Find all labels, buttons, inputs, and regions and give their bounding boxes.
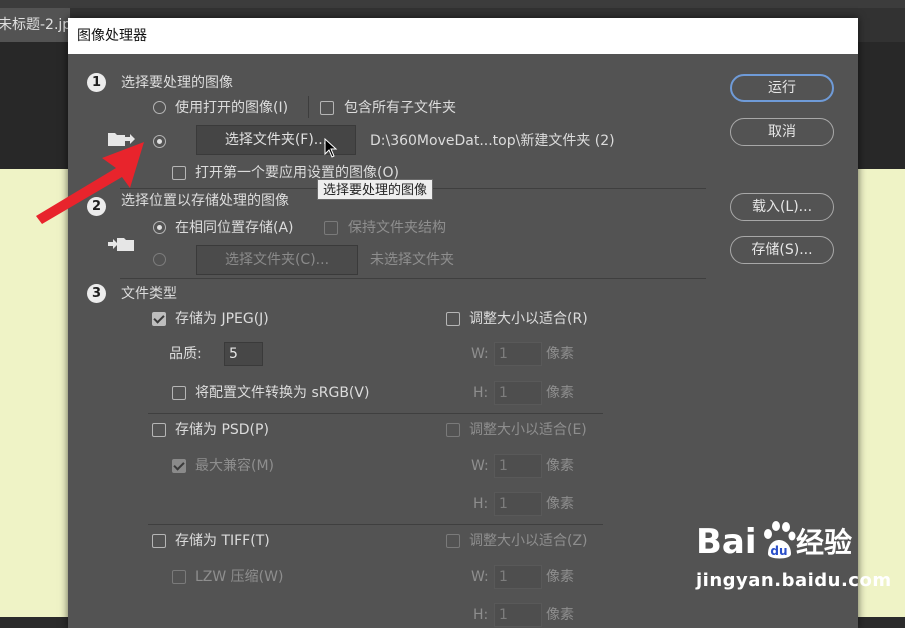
- divider: [148, 413, 603, 414]
- psd-h-unit: 像素: [546, 496, 574, 512]
- folder-path: D:\360MoveDat...top\新建文件夹 (2): [370, 133, 615, 149]
- use-open-images-label: 使用打开的图像(I): [175, 100, 289, 116]
- save-psd-checkbox[interactable]: [152, 423, 166, 437]
- dialog-title: 图像处理器: [68, 18, 858, 54]
- section-3-number: 3: [87, 284, 106, 303]
- jpeg-resize-checkbox[interactable]: [446, 312, 460, 326]
- save-jpeg-checkbox[interactable]: [152, 312, 166, 326]
- save-tiff-checkbox[interactable]: [152, 534, 166, 548]
- jpeg-h-unit: 像素: [546, 385, 574, 401]
- mouse-cursor-icon: [324, 138, 338, 158]
- convert-srgb-checkbox[interactable]: [172, 386, 186, 400]
- svg-text:du: du: [770, 544, 787, 558]
- tiff-height-input[interactable]: 1: [494, 603, 542, 627]
- cancel-button[interactable]: 取消: [730, 118, 834, 146]
- save-tiff-label: 存储为 TIFF(T): [175, 533, 270, 549]
- same-location-radio[interactable]: [153, 221, 166, 234]
- quality-label: 品质:: [169, 346, 202, 362]
- section-3-heading: 文件类型: [121, 286, 177, 302]
- tiff-width-input[interactable]: 1: [494, 565, 542, 589]
- separator: [308, 96, 309, 118]
- section-1-number: 1: [87, 73, 106, 92]
- red-annotation-arrow-icon: [32, 138, 152, 228]
- include-subfolders-label: 包含所有子文件夹: [344, 100, 456, 116]
- other-folder-radio[interactable]: [153, 253, 166, 266]
- jpeg-w-label: W:: [471, 346, 489, 362]
- tiff-h-unit: 像素: [546, 607, 574, 623]
- app-top-strip: [0, 0, 905, 8]
- same-location-label: 在相同位置存储(A): [175, 220, 294, 236]
- select-folder-radio[interactable]: [153, 135, 166, 148]
- open-first-image-checkbox[interactable]: [172, 166, 186, 180]
- tooltip: 选择要处理的图像: [317, 179, 434, 200]
- run-button[interactable]: 运行: [730, 74, 834, 102]
- paw-logo-icon: du: [760, 520, 796, 564]
- select-output-folder-button[interactable]: 选择文件夹(C)...: [196, 245, 358, 275]
- psd-resize-checkbox[interactable]: [446, 423, 460, 437]
- watermark-brand-left: Bai: [696, 522, 757, 562]
- document-tab[interactable]: 未标题-2.jpg: [0, 8, 70, 42]
- quality-input[interactable]: 5: [224, 342, 263, 366]
- convert-srgb-label: 将配置文件转换为 sRGB(V): [195, 385, 370, 401]
- load-button[interactable]: 载入(L)...: [730, 193, 834, 221]
- max-compat-label: 最大兼容(M): [195, 458, 275, 474]
- psd-width-input[interactable]: 1: [494, 454, 542, 478]
- jpeg-h-label: H:: [473, 385, 489, 401]
- save-psd-label: 存储为 PSD(P): [175, 422, 269, 438]
- tiff-w-unit: 像素: [546, 569, 574, 585]
- folder-save-icon: [107, 234, 135, 258]
- save-jpeg-label: 存储为 JPEG(J): [175, 311, 269, 327]
- jpeg-resize-label: 调整大小以适合(R): [469, 311, 588, 327]
- divider: [148, 524, 603, 525]
- section-1-heading: 选择要处理的图像: [121, 75, 233, 91]
- tiff-h-label: H:: [473, 607, 489, 623]
- watermark-brand-right: 经验: [796, 526, 853, 559]
- psd-w-unit: 像素: [546, 458, 574, 474]
- psd-w-label: W:: [471, 458, 489, 474]
- tiff-resize-label: 调整大小以适合(Z): [469, 533, 588, 549]
- save-settings-button[interactable]: 存储(S)...: [730, 236, 834, 264]
- max-compat-checkbox[interactable]: [172, 459, 186, 473]
- lzw-label: LZW 压缩(W): [195, 569, 284, 585]
- include-subfolders-checkbox[interactable]: [320, 101, 334, 115]
- jpeg-width-input[interactable]: 1: [494, 342, 542, 366]
- divider: [120, 278, 706, 279]
- baidu-watermark: Bai du 经验 jingyan.baidu.com: [696, 520, 896, 600]
- keep-structure-label: 保持文件夹结构: [348, 220, 446, 236]
- psd-resize-label: 调整大小以适合(E): [469, 422, 587, 438]
- no-folder-label: 未选择文件夹: [370, 252, 454, 268]
- jpeg-height-input[interactable]: 1: [494, 381, 542, 405]
- tiff-w-label: W:: [471, 569, 489, 585]
- psd-height-input[interactable]: 1: [494, 492, 542, 516]
- use-open-images-radio[interactable]: [153, 101, 166, 114]
- keep-structure-checkbox[interactable]: [324, 221, 338, 235]
- psd-h-label: H:: [473, 496, 489, 512]
- lzw-checkbox[interactable]: [172, 570, 186, 584]
- watermark-url: jingyan.baidu.com: [696, 570, 892, 591]
- tiff-resize-checkbox[interactable]: [446, 534, 460, 548]
- jpeg-w-unit: 像素: [546, 346, 574, 362]
